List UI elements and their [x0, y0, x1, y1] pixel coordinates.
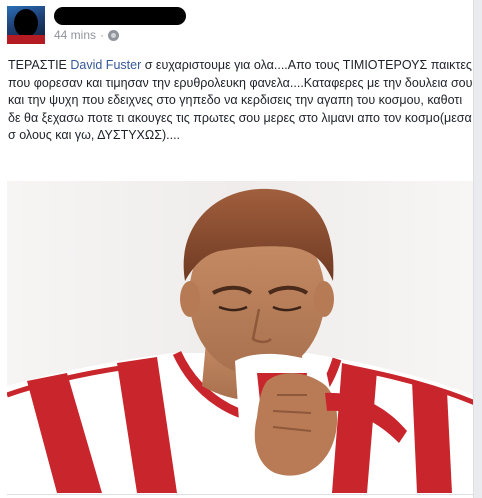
post-text-prefix: ΤΕΡΑΣΤΙΕ: [8, 58, 71, 72]
post-meta: 44 mins ·: [54, 28, 120, 42]
post-bottom-divider: [7, 494, 475, 495]
footballer-kissing-jersey-illustration: [7, 181, 475, 493]
timestamp[interactable]: 44 mins: [54, 28, 96, 42]
meta-separator: ·: [100, 28, 105, 42]
avatar[interactable]: [7, 6, 45, 44]
mention-link[interactable]: David Fuster: [70, 58, 141, 72]
feed-gutter: [473, 0, 482, 498]
author-name-redacted[interactable]: [54, 7, 186, 25]
avatar-redaction: [14, 9, 38, 37]
post-photo[interactable]: [7, 181, 475, 493]
post-text: ΤΕΡΑΣΤΙΕ David Fuster σ ευχαριστουμε για…: [8, 57, 474, 145]
globe-icon[interactable]: [108, 29, 120, 41]
facebook-post: 44 mins · ΤΕΡΑΣΤΙΕ David Fuster σ ευχαρι…: [0, 0, 482, 498]
